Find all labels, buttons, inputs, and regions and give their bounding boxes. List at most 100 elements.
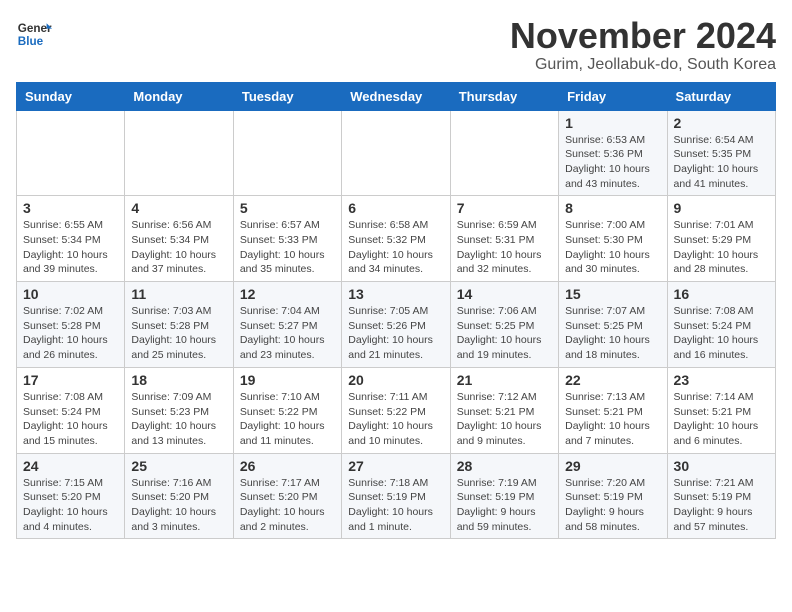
day-number: 26 xyxy=(240,458,335,474)
day-number: 12 xyxy=(240,286,335,302)
day-info: Sunrise: 7:15 AM Sunset: 5:20 PM Dayligh… xyxy=(23,476,118,535)
title-block: November 2024 Gurim, Jeollabuk-do, South… xyxy=(510,16,776,74)
calendar-table: SundayMondayTuesdayWednesdayThursdayFrid… xyxy=(16,82,776,540)
day-info: Sunrise: 6:54 AM Sunset: 5:35 PM Dayligh… xyxy=(674,133,769,192)
weekday-header-tuesday: Tuesday xyxy=(233,82,341,110)
day-info: Sunrise: 7:01 AM Sunset: 5:29 PM Dayligh… xyxy=(674,218,769,277)
calendar-cell: 17 Sunrise: 7:08 AM Sunset: 5:24 PM Dayli… xyxy=(17,367,125,453)
day-number: 28 xyxy=(457,458,552,474)
day-info: Sunrise: 7:09 AM Sunset: 5:23 PM Dayligh… xyxy=(131,390,226,449)
day-info: Sunrise: 7:20 AM Sunset: 5:19 PM Dayligh… xyxy=(565,476,660,535)
day-info: Sunrise: 7:10 AM Sunset: 5:22 PM Dayligh… xyxy=(240,390,335,449)
day-info: Sunrise: 6:59 AM Sunset: 5:31 PM Dayligh… xyxy=(457,218,552,277)
day-info: Sunrise: 7:14 AM Sunset: 5:21 PM Dayligh… xyxy=(674,390,769,449)
day-info: Sunrise: 7:07 AM Sunset: 5:25 PM Dayligh… xyxy=(565,304,660,363)
calendar-cell: 23 Sunrise: 7:14 AM Sunset: 5:21 PM Dayli… xyxy=(667,367,775,453)
day-info: Sunrise: 7:05 AM Sunset: 5:26 PM Dayligh… xyxy=(348,304,443,363)
month-title: November 2024 xyxy=(510,16,776,56)
day-info: Sunrise: 6:57 AM Sunset: 5:33 PM Dayligh… xyxy=(240,218,335,277)
day-info: Sunrise: 7:19 AM Sunset: 5:19 PM Dayligh… xyxy=(457,476,552,535)
day-number: 23 xyxy=(674,372,769,388)
day-info: Sunrise: 6:55 AM Sunset: 5:34 PM Dayligh… xyxy=(23,218,118,277)
calendar-cell xyxy=(17,110,125,196)
day-number: 5 xyxy=(240,200,335,216)
day-number: 1 xyxy=(565,115,660,131)
day-number: 16 xyxy=(674,286,769,302)
logo: General Blue xyxy=(16,16,52,52)
calendar-cell: 9 Sunrise: 7:01 AM Sunset: 5:29 PM Daylig… xyxy=(667,196,775,282)
logo-icon: General Blue xyxy=(16,16,52,52)
day-info: Sunrise: 7:02 AM Sunset: 5:28 PM Dayligh… xyxy=(23,304,118,363)
calendar-week-row: 24 Sunrise: 7:15 AM Sunset: 5:20 PM Dayli… xyxy=(17,453,776,539)
day-info: Sunrise: 7:16 AM Sunset: 5:20 PM Dayligh… xyxy=(131,476,226,535)
day-number: 9 xyxy=(674,200,769,216)
day-number: 17 xyxy=(23,372,118,388)
day-number: 6 xyxy=(348,200,443,216)
calendar-week-row: 10 Sunrise: 7:02 AM Sunset: 5:28 PM Dayli… xyxy=(17,282,776,368)
day-info: Sunrise: 7:11 AM Sunset: 5:22 PM Dayligh… xyxy=(348,390,443,449)
calendar-cell: 14Sunrise: 7:06 AM Sunset: 5:25 PM Dayli… xyxy=(450,282,558,368)
calendar-week-row: 1 Sunrise: 6:53 AM Sunset: 5:36 PM Daylig… xyxy=(17,110,776,196)
calendar-cell: 30 Sunrise: 7:21 AM Sunset: 5:19 PM Dayli… xyxy=(667,453,775,539)
day-number: 22 xyxy=(565,372,660,388)
day-number: 29 xyxy=(565,458,660,474)
calendar-cell: 27 Sunrise: 7:18 AM Sunset: 5:19 PM Dayli… xyxy=(342,453,450,539)
day-info: Sunrise: 6:53 AM Sunset: 5:36 PM Dayligh… xyxy=(565,133,660,192)
day-number: 19 xyxy=(240,372,335,388)
day-number: 25 xyxy=(131,458,226,474)
calendar-cell: 11Sunrise: 7:03 AM Sunset: 5:28 PM Dayli… xyxy=(125,282,233,368)
day-number: 11 xyxy=(131,286,226,302)
day-info: Sunrise: 6:56 AM Sunset: 5:34 PM Dayligh… xyxy=(131,218,226,277)
weekday-header-saturday: Saturday xyxy=(667,82,775,110)
day-info: Sunrise: 7:18 AM Sunset: 5:19 PM Dayligh… xyxy=(348,476,443,535)
calendar-week-row: 17 Sunrise: 7:08 AM Sunset: 5:24 PM Dayli… xyxy=(17,367,776,453)
calendar-cell: 15 Sunrise: 7:07 AM Sunset: 5:25 PM Dayli… xyxy=(559,282,667,368)
day-info: Sunrise: 7:04 AM Sunset: 5:27 PM Dayligh… xyxy=(240,304,335,363)
day-number: 8 xyxy=(565,200,660,216)
calendar-cell: 6Sunrise: 6:58 AM Sunset: 5:32 PM Daylig… xyxy=(342,196,450,282)
calendar-cell: 13Sunrise: 7:05 AM Sunset: 5:26 PM Dayli… xyxy=(342,282,450,368)
calendar-cell: 26 Sunrise: 7:17 AM Sunset: 5:20 PM Dayli… xyxy=(233,453,341,539)
day-number: 4 xyxy=(131,200,226,216)
day-info: Sunrise: 7:12 AM Sunset: 5:21 PM Dayligh… xyxy=(457,390,552,449)
calendar-cell: 19 Sunrise: 7:10 AM Sunset: 5:22 PM Dayli… xyxy=(233,367,341,453)
calendar-cell: 18 Sunrise: 7:09 AM Sunset: 5:23 PM Dayli… xyxy=(125,367,233,453)
weekday-header-thursday: Thursday xyxy=(450,82,558,110)
location-subtitle: Gurim, Jeollabuk-do, South Korea xyxy=(510,56,776,74)
calendar-cell xyxy=(342,110,450,196)
day-number: 15 xyxy=(565,286,660,302)
weekday-header-monday: Monday xyxy=(125,82,233,110)
day-info: Sunrise: 7:13 AM Sunset: 5:21 PM Dayligh… xyxy=(565,390,660,449)
calendar-cell: 5 Sunrise: 6:57 AM Sunset: 5:33 PM Daylig… xyxy=(233,196,341,282)
calendar-cell: 2 Sunrise: 6:54 AM Sunset: 5:35 PM Daylig… xyxy=(667,110,775,196)
calendar-cell: 24 Sunrise: 7:15 AM Sunset: 5:20 PM Dayli… xyxy=(17,453,125,539)
calendar-cell: 22 Sunrise: 7:13 AM Sunset: 5:21 PM Dayli… xyxy=(559,367,667,453)
day-number: 7 xyxy=(457,200,552,216)
day-info: Sunrise: 7:21 AM Sunset: 5:19 PM Dayligh… xyxy=(674,476,769,535)
calendar-cell: 21Sunrise: 7:12 AM Sunset: 5:21 PM Dayli… xyxy=(450,367,558,453)
calendar-cell: 12 Sunrise: 7:04 AM Sunset: 5:27 PM Dayli… xyxy=(233,282,341,368)
day-number: 10 xyxy=(23,286,118,302)
calendar-cell: 3Sunrise: 6:55 AM Sunset: 5:34 PM Daylig… xyxy=(17,196,125,282)
day-info: Sunrise: 7:08 AM Sunset: 5:24 PM Dayligh… xyxy=(23,390,118,449)
calendar-cell: 29 Sunrise: 7:20 AM Sunset: 5:19 PM Dayli… xyxy=(559,453,667,539)
day-number: 30 xyxy=(674,458,769,474)
calendar-cell: 20 Sunrise: 7:11 AM Sunset: 5:22 PM Dayli… xyxy=(342,367,450,453)
day-number: 18 xyxy=(131,372,226,388)
svg-text:Blue: Blue xyxy=(18,35,44,48)
calendar-cell: 10 Sunrise: 7:02 AM Sunset: 5:28 PM Dayli… xyxy=(17,282,125,368)
calendar-cell: 1 Sunrise: 6:53 AM Sunset: 5:36 PM Daylig… xyxy=(559,110,667,196)
calendar-cell: 8 Sunrise: 7:00 AM Sunset: 5:30 PM Daylig… xyxy=(559,196,667,282)
day-number: 2 xyxy=(674,115,769,131)
weekday-header-sunday: Sunday xyxy=(17,82,125,110)
day-number: 27 xyxy=(348,458,443,474)
calendar-cell xyxy=(233,110,341,196)
calendar-cell: 7 Sunrise: 6:59 AM Sunset: 5:31 PM Daylig… xyxy=(450,196,558,282)
day-number: 20 xyxy=(348,372,443,388)
weekday-header-row: SundayMondayTuesdayWednesdayThursdayFrid… xyxy=(17,82,776,110)
day-number: 24 xyxy=(23,458,118,474)
day-info: Sunrise: 7:17 AM Sunset: 5:20 PM Dayligh… xyxy=(240,476,335,535)
day-info: Sunrise: 7:00 AM Sunset: 5:30 PM Dayligh… xyxy=(565,218,660,277)
page-header: General Blue November 2024 Gurim, Jeolla… xyxy=(16,16,776,74)
calendar-cell: 25 Sunrise: 7:16 AM Sunset: 5:20 PM Dayli… xyxy=(125,453,233,539)
